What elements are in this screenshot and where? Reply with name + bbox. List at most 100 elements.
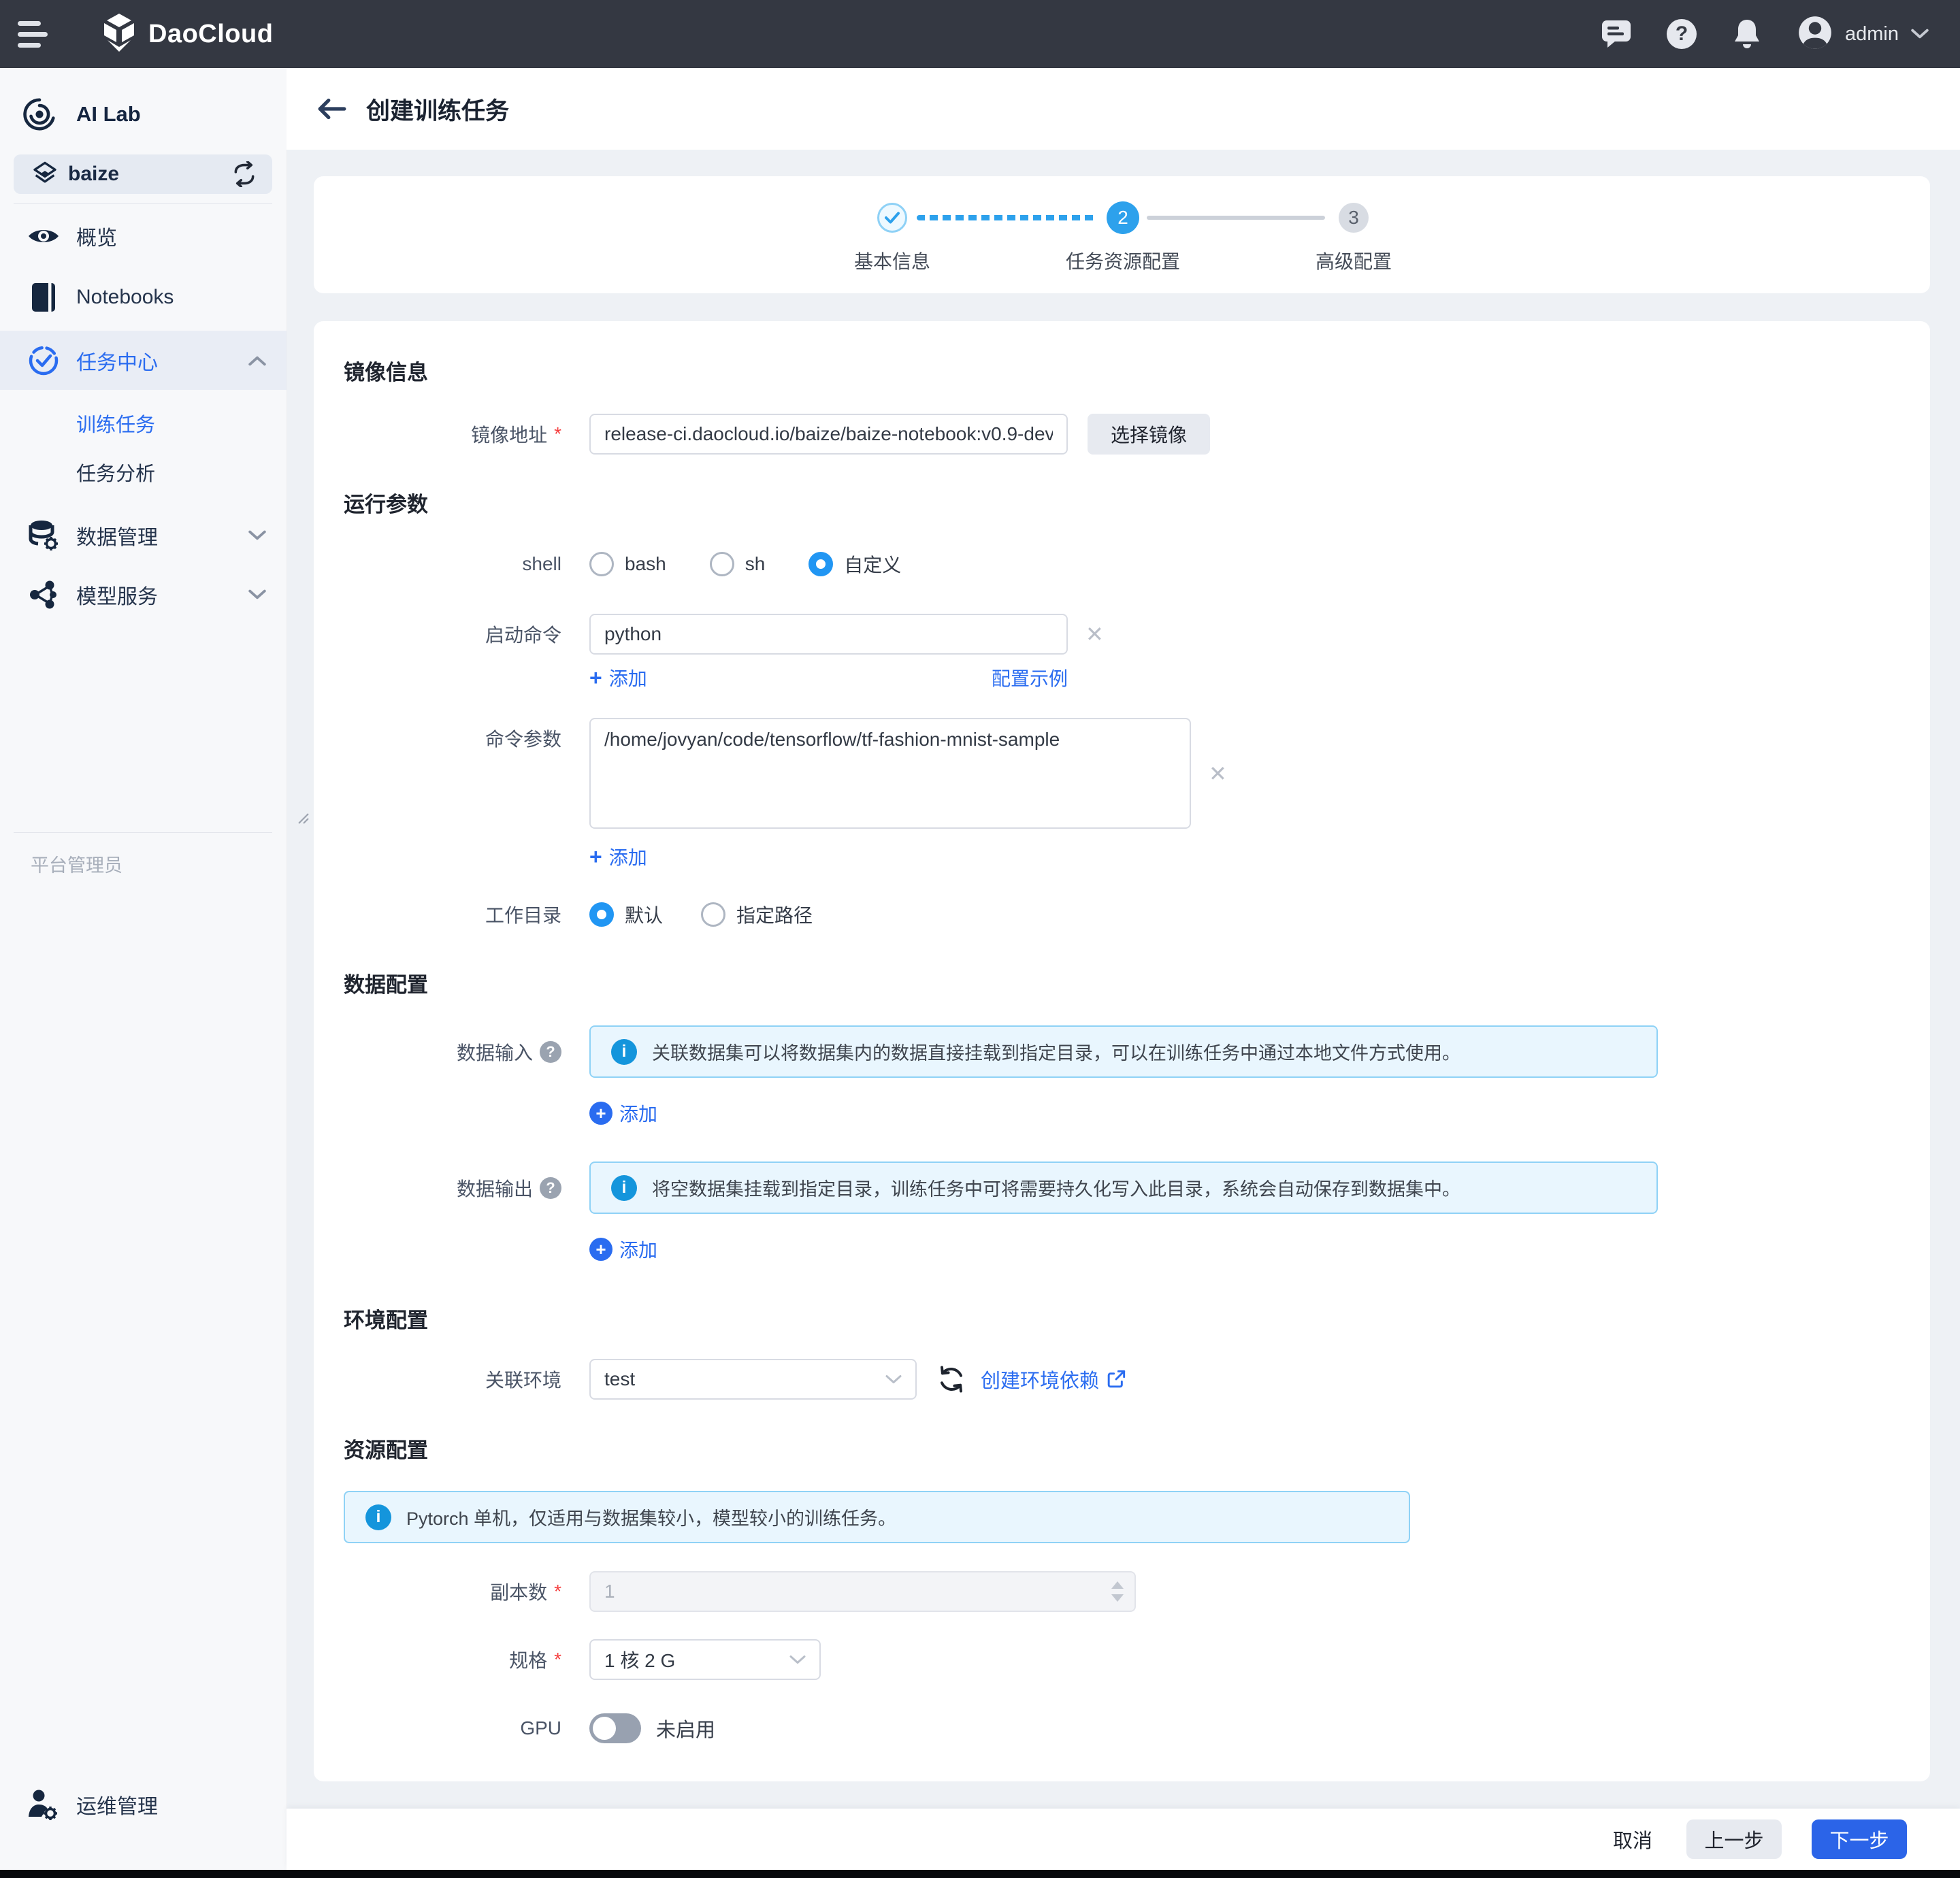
- workdir-label: 工作目录: [314, 901, 561, 928]
- section-title-resource-config: 资源配置: [344, 1433, 428, 1464]
- switch-workspace-icon[interactable]: [231, 161, 257, 187]
- section-title-data-config: 数据配置: [344, 968, 428, 998]
- resize-handle[interactable]: [296, 811, 310, 825]
- radio-selected-icon[interactable]: [808, 552, 833, 576]
- plus-icon: +: [589, 846, 602, 867]
- data-output-label: 数据输出 ?: [314, 1174, 561, 1202]
- spec-select[interactable]: 1 核 2 G: [589, 1639, 821, 1680]
- command-args-textarea[interactable]: /home/jovyan/code/tensorflow/tf-fashion-…: [589, 718, 1191, 829]
- section-title-run-params: 运行参数: [344, 487, 428, 518]
- workdir-option-custom-path[interactable]: 指定路径: [701, 901, 813, 928]
- radio-icon[interactable]: [701, 902, 725, 927]
- chevron-down-icon: [1911, 29, 1929, 39]
- task-center-icon: [27, 344, 60, 377]
- section-title-env-config: 环境配置: [344, 1303, 428, 1334]
- ops-admin-icon: [27, 1788, 60, 1821]
- clear-command-icon[interactable]: ✕: [1085, 623, 1104, 645]
- data-input-hint-banner: i 关联数据集可以将数据集内的数据直接挂载到指定目录，可以在训练任务中通过本地文…: [589, 1025, 1658, 1078]
- add-command-link[interactable]: + 添加: [589, 664, 647, 691]
- replicas-label: 副本数*: [314, 1578, 561, 1605]
- sidebar-divider: [14, 832, 272, 833]
- user-menu[interactable]: admin: [1797, 15, 1929, 54]
- chevron-down-icon: [789, 1655, 806, 1665]
- radio-icon[interactable]: [710, 552, 734, 576]
- stepper-card: 基本信息 2 任务资源配置 3 高级配置: [314, 176, 1930, 293]
- ai-lab-icon: [23, 98, 56, 131]
- menu-icon[interactable]: [18, 14, 59, 54]
- workspace-name: baize: [68, 163, 119, 186]
- sidebar-item-label: 运维管理: [76, 1790, 158, 1819]
- radio-selected-icon[interactable]: [589, 902, 614, 927]
- step-number: 3: [1339, 203, 1369, 233]
- clear-args-icon[interactable]: ✕: [1209, 763, 1227, 785]
- sidebar-item-data-management[interactable]: 数据管理: [0, 505, 287, 566]
- question-icon[interactable]: ?: [540, 1041, 561, 1063]
- chevron-up-icon: [248, 355, 266, 366]
- role-label: 平台管理员: [31, 851, 122, 877]
- resource-hint-banner: i Pytorch 单机，仅适用与数据集较小，模型较小的训练任务。: [344, 1491, 1410, 1543]
- section-title-image: 镜像信息: [344, 355, 428, 386]
- footer-actions: 取消 上一步 下一步: [287, 1809, 1960, 1870]
- start-command-label: 启动命令: [314, 621, 561, 648]
- cancel-button[interactable]: 取消: [1609, 1824, 1656, 1854]
- help-icon[interactable]: ?: [1667, 19, 1697, 49]
- sidebar-item-training-task[interactable]: 训练任务: [0, 399, 287, 448]
- circle-plus-icon: +: [589, 1102, 612, 1125]
- shell-option-sh[interactable]: sh: [710, 552, 766, 576]
- config-example-link[interactable]: 配置示例: [992, 664, 1068, 691]
- chevron-down-icon: [248, 530, 266, 541]
- sidebar-item-label: 模型服务: [76, 580, 158, 610]
- message-icon[interactable]: [1601, 19, 1631, 49]
- sidebar-item-notebooks[interactable]: Notebooks: [0, 267, 287, 328]
- env-select[interactable]: test: [589, 1359, 917, 1400]
- model-service-icon: [27, 578, 60, 611]
- step-task-resource: 2: [1107, 201, 1139, 234]
- daocloud-logo[interactable]: DaoCloud: [101, 13, 273, 56]
- stepper-up-icon[interactable]: [1111, 1581, 1124, 1589]
- image-address-input[interactable]: [589, 414, 1068, 455]
- question-icon[interactable]: ?: [540, 1177, 561, 1199]
- refresh-icon[interactable]: [937, 1365, 966, 1394]
- stepper-down-icon[interactable]: [1111, 1594, 1124, 1602]
- sidebar-item-label: 概览: [76, 221, 117, 251]
- form-card: 镜像信息 镜像地址* 选择镜像 运行参数 shell bash sh 自定义 启…: [314, 321, 1930, 1781]
- back-arrow-icon[interactable]: [316, 97, 347, 120]
- gpu-label: GPU: [314, 1717, 561, 1739]
- shell-option-custom[interactable]: 自定义: [808, 550, 901, 578]
- avatar: [1797, 15, 1833, 54]
- shell-option-bash[interactable]: bash: [589, 552, 666, 576]
- workspace-selector[interactable]: baize: [14, 154, 272, 194]
- add-args-link[interactable]: + 添加: [589, 843, 647, 870]
- workdir-option-default[interactable]: 默认: [589, 901, 663, 928]
- next-step-button[interactable]: 下一步: [1812, 1819, 1907, 1859]
- page-title: 创建训练任务: [366, 92, 509, 127]
- sidebar-item-task-center[interactable]: 任务中心: [0, 331, 287, 390]
- sidebar-item-label: Notebooks: [76, 286, 174, 309]
- create-env-dependency-link[interactable]: 创建环境依赖: [981, 1365, 1126, 1394]
- select-image-button[interactable]: 选择镜像: [1088, 414, 1210, 455]
- gpu-toggle[interactable]: [589, 1713, 641, 1743]
- step-advanced: 3: [1339, 203, 1369, 233]
- chevron-down-icon: [885, 1374, 902, 1385]
- notification-bell-icon[interactable]: [1732, 19, 1762, 49]
- sidebar-item-label: 任务中心: [76, 346, 158, 376]
- external-link-icon: [1106, 1369, 1126, 1389]
- step-label: 基本信息: [854, 247, 930, 274]
- sidebar-item-overview[interactable]: 概览: [0, 205, 287, 267]
- step-label: 任务资源配置: [1066, 247, 1180, 274]
- prev-step-button[interactable]: 上一步: [1686, 1819, 1782, 1859]
- image-address-label: 镜像地址*: [314, 421, 561, 448]
- add-data-input-link[interactable]: + 添加: [589, 1100, 657, 1127]
- sidebar-product[interactable]: AI Lab: [0, 97, 287, 131]
- sidebar-item-label: 数据管理: [76, 521, 158, 550]
- add-data-output-link[interactable]: + 添加: [589, 1236, 657, 1263]
- sidebar: AI Lab baize: [0, 68, 287, 1870]
- eye-icon: [27, 220, 60, 252]
- radio-icon[interactable]: [589, 552, 614, 576]
- stepper-connector-pending: [1147, 216, 1325, 220]
- replicas-input[interactable]: [589, 1571, 1136, 1612]
- sidebar-item-model-service[interactable]: 模型服务: [0, 564, 287, 625]
- sidebar-item-task-analysis[interactable]: 任务分析: [0, 448, 287, 497]
- sidebar-item-ops-management[interactable]: 运维管理: [0, 1774, 287, 1835]
- start-command-input[interactable]: [589, 614, 1068, 655]
